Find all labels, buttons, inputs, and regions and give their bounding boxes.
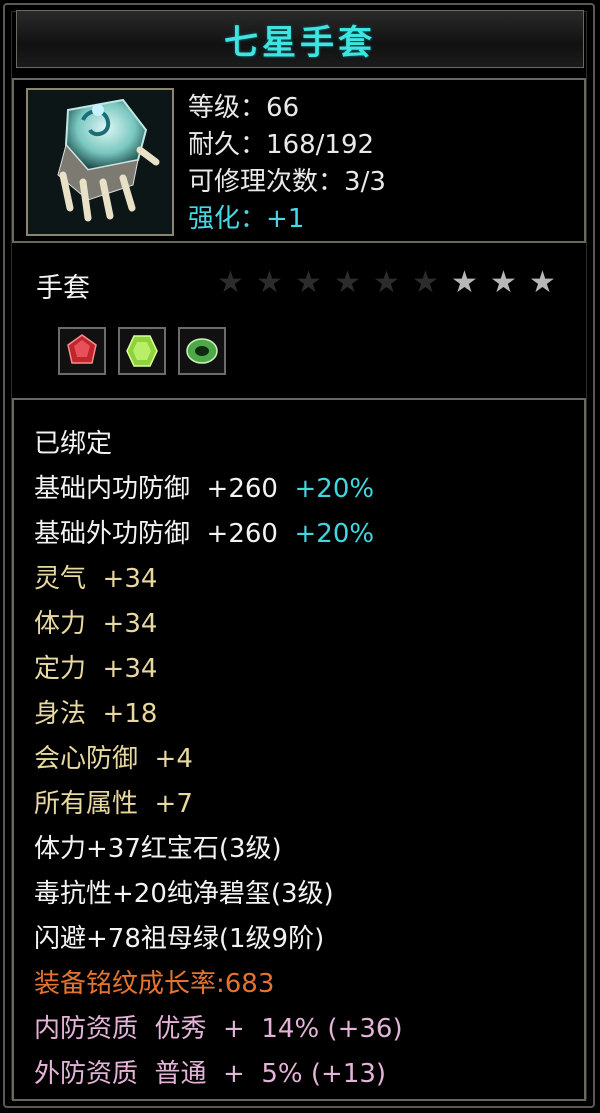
star-icon: ★ xyxy=(295,265,322,300)
item-title: 七星手套 xyxy=(224,22,376,63)
star-icon: ★ xyxy=(451,265,478,300)
attr-shenfa: 身法 +18 xyxy=(34,699,158,729)
peridot-gem-icon xyxy=(126,335,158,367)
bound-status: 已绑定 xyxy=(34,429,113,459)
attr-dingli: 定力 +34 xyxy=(34,654,158,684)
gem-slots xyxy=(58,327,226,375)
gem-slot-1[interactable] xyxy=(58,327,106,375)
star-icon: ★ xyxy=(529,265,556,300)
star-rating: ★ ★ ★ ★ ★ ★ ★ ★ ★ xyxy=(214,266,559,300)
growth-rate: 装备铭纹成长率:683 xyxy=(34,969,275,999)
attribute-list: 已绑定 基础内功防御 +260 +20% 基础外功防御 +260 +20% 灵气… xyxy=(34,422,403,1097)
gem-bonus-3: 闪避+78祖母绿(1级9阶) xyxy=(34,924,325,954)
ruby-gem-icon xyxy=(67,334,97,364)
outer-quality: 外防资质 普通 + 5% (+13) xyxy=(34,1059,387,1089)
star-icon: ★ xyxy=(373,265,400,300)
stat-repair-count: 可修理次数：3/3 xyxy=(188,167,386,197)
attr-outer-defense: 基础外功防御 +260 +20% xyxy=(34,519,375,549)
jade-gem-icon xyxy=(186,338,218,364)
stat-durability: 耐久：168/192 xyxy=(188,130,375,160)
item-icon xyxy=(26,88,174,236)
star-icon: ★ xyxy=(217,265,244,300)
star-icon: ★ xyxy=(256,265,283,300)
gem-bonus-2: 毒抗性+20纯净碧玺(3级) xyxy=(34,879,334,909)
star-icon: ★ xyxy=(334,265,361,300)
gem-slot-2[interactable] xyxy=(118,327,166,375)
star-icon: ★ xyxy=(412,265,439,300)
stat-enhance: 强化：+1 xyxy=(188,204,305,234)
attr-lingqi: 灵气 +34 xyxy=(34,564,158,594)
gauntlet-icon xyxy=(28,90,172,234)
gem-slot-3[interactable] xyxy=(178,327,226,375)
gem-bonus-1: 体力+37红宝石(3级) xyxy=(34,834,282,864)
attr-inner-defense: 基础内功防御 +260 +20% xyxy=(34,474,375,504)
star-icon: ★ xyxy=(490,265,517,300)
title-bar: 七星手套 xyxy=(16,10,584,68)
stat-level: 等级：66 xyxy=(188,93,300,123)
attr-tili: 体力 +34 xyxy=(34,609,158,639)
attr-all-stats: 所有属性 +7 xyxy=(34,789,193,819)
item-type: 手套 xyxy=(36,273,90,304)
item-stats: 等级：66 耐久：168/192 可修理次数：3/3 强化：+1 xyxy=(188,90,386,238)
inner-quality: 内防资质 优秀 + 14% (+36) xyxy=(34,1014,403,1044)
attr-critical-defense: 会心防御 +4 xyxy=(34,744,193,774)
